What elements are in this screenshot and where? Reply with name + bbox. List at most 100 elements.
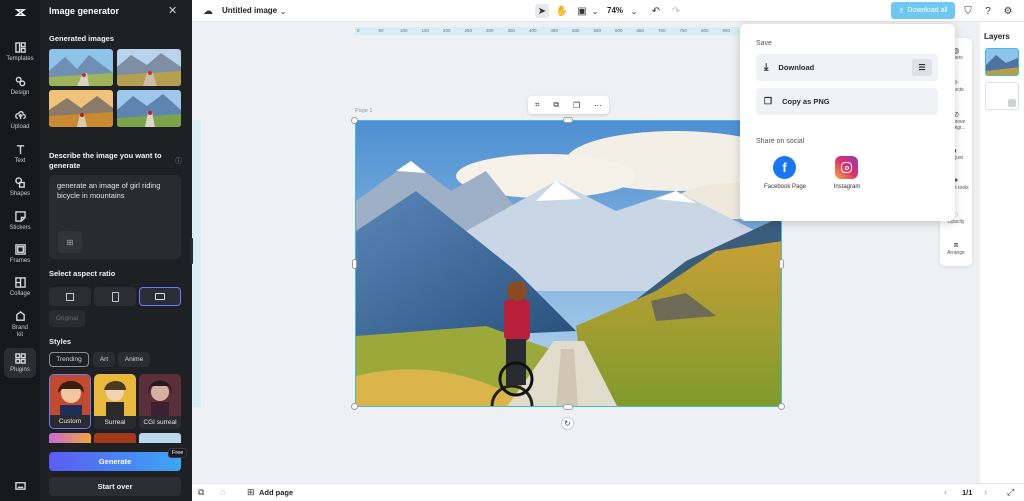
add-page-label[interactable]: Add page	[259, 488, 293, 497]
hand-tool-icon[interactable]: ✋	[555, 4, 569, 18]
chevron-down-icon[interactable]: ⌄	[627, 4, 641, 18]
capcut-logo-icon	[14, 9, 26, 16]
prev-page-icon[interactable]: ‹	[944, 487, 947, 497]
frames-icon	[14, 243, 26, 255]
ruler-tick: 450	[550, 28, 559, 33]
next-page-icon[interactable]: ›	[984, 487, 987, 497]
tool-label: Arrange	[947, 250, 965, 256]
style-tab-art[interactable]: Art	[93, 352, 115, 367]
undo-icon[interactable]: ↶	[649, 4, 663, 18]
instagram-icon[interactable]	[835, 156, 858, 179]
rail-templates[interactable]: Templates	[0, 36, 40, 68]
style-custom[interactable]: Custom	[49, 374, 91, 429]
rail-plugins[interactable]: Plugins	[4, 348, 36, 378]
shapes-icon	[14, 176, 25, 188]
rail-label: Brand kit	[11, 325, 28, 338]
ratio-landscape-button[interactable]	[139, 287, 181, 306]
facebook-icon[interactable]: f	[773, 156, 796, 179]
duplicate-icon[interactable]: ❐	[573, 101, 580, 110]
layer-background-thumb[interactable]	[985, 82, 1019, 110]
rail-keyboard[interactable]	[0, 475, 40, 499]
rail-label: Stickers	[9, 224, 31, 231]
image-generator-panel: Image generator ✕ Generated images Descr…	[40, 0, 192, 501]
style-cgi-surreal[interactable]: CGI surreal	[139, 374, 181, 429]
aspect-ratio-label: Select aspect ratio	[49, 269, 116, 278]
copy-as-png-button[interactable]: ❐ Copy as PNG	[756, 88, 938, 115]
crop-icon[interactable]: ⌗	[535, 100, 540, 110]
info-icon[interactable]: ⓘ	[175, 156, 182, 166]
rail-brand-kit[interactable]: Brand kit	[0, 307, 40, 343]
style-more-1[interactable]	[49, 433, 91, 443]
describe-label: Describe the image you want to generate	[49, 151, 162, 170]
instagram-label: Instagram	[833, 184, 861, 190]
resize-handle[interactable]	[778, 403, 785, 410]
download-all-button[interactable]: ⇪ Download all	[891, 2, 955, 19]
more-icon[interactable]: ⋯	[594, 101, 602, 110]
rotate-icon[interactable]: ↻	[561, 417, 574, 430]
shield-icon[interactable]: ⛉	[961, 4, 975, 18]
generated-image-4[interactable]	[117, 90, 181, 127]
chevron-down-icon[interactable]: ⌄	[276, 4, 290, 18]
close-icon[interactable]: ✕	[168, 4, 177, 17]
rail-text[interactable]: Text	[0, 138, 40, 170]
settings-icon[interactable]: ⚙	[1001, 4, 1015, 18]
bottom-bar: ⧉ ⌂ ⊞ Add page ‹ 1/1 › ⤢	[192, 483, 1024, 501]
layer-image-thumb[interactable]	[985, 48, 1019, 76]
style-surreal[interactable]: Surreal	[94, 374, 136, 429]
style-label: CGI surreal	[139, 416, 181, 429]
rail-stickers[interactable]: Stickers	[0, 205, 40, 237]
fullscreen-icon[interactable]: ⤢	[1007, 487, 1014, 498]
left-rail: Templates Design Upload Text Shapes Stic…	[0, 0, 40, 501]
style-tab-anime[interactable]: Anime	[118, 352, 150, 367]
help-icon[interactable]: ?	[981, 4, 995, 18]
generated-image-3[interactable]	[49, 90, 113, 127]
generated-image-2[interactable]	[117, 49, 181, 86]
zoom-level[interactable]: 74%	[607, 6, 623, 15]
generate-button[interactable]: Generate	[49, 452, 181, 471]
download-button[interactable]: ⤓ Download ☰	[756, 54, 938, 81]
cloud-sync-icon[interactable]: ☁	[201, 4, 215, 18]
rail-upload[interactable]: Upload	[0, 104, 40, 136]
start-over-button[interactable]: Start over	[49, 477, 181, 496]
generated-image-1[interactable]	[49, 49, 113, 86]
redo-icon[interactable]: ↷	[669, 4, 683, 18]
capcut-logo[interactable]	[0, 0, 40, 28]
ruler-tick: 250	[464, 28, 473, 33]
rail-frames[interactable]: Frames	[0, 238, 40, 270]
rail-shapes[interactable]: Shapes	[0, 171, 40, 203]
lock-icon[interactable]: ⌂	[220, 487, 225, 497]
style-tab-trending[interactable]: Trending	[49, 352, 89, 367]
effects-icon[interactable]: ⧉	[553, 100, 559, 110]
pages-icon[interactable]: ⧉	[198, 487, 204, 498]
portrait-icon	[111, 291, 119, 302]
chevron-down-icon[interactable]: ⌄	[588, 4, 602, 18]
add-page-icon[interactable]: ⊞	[247, 487, 255, 498]
add-image-icon[interactable]: ⊞	[58, 231, 82, 253]
rail-design[interactable]: Design	[0, 70, 40, 102]
ratio-square-button[interactable]	[49, 287, 91, 306]
resize-handle[interactable]	[563, 117, 573, 123]
document-title[interactable]: Untitled image	[222, 6, 277, 15]
resize-handle[interactable]	[779, 259, 784, 269]
templates-icon	[14, 41, 26, 53]
resize-handle[interactable]	[351, 117, 358, 124]
style-more-3[interactable]	[139, 433, 181, 443]
ratio-original-button[interactable]: Original	[49, 310, 85, 327]
resize-handle[interactable]	[352, 259, 357, 269]
select-tool-icon[interactable]: ➤	[535, 4, 549, 18]
rail-collage[interactable]: Collage	[0, 271, 40, 303]
rail-label: Collage	[9, 290, 31, 297]
resize-handle[interactable]	[351, 403, 358, 410]
canvas-image[interactable]	[355, 120, 782, 407]
facebook-label: Facebook Page	[763, 184, 807, 190]
tool-arrange[interactable]: ⧈ Arrange	[940, 240, 972, 256]
arrange-icon: ⧈	[953, 240, 959, 249]
style-more-2[interactable]	[94, 433, 136, 443]
resize-handle[interactable]	[563, 404, 573, 410]
download-settings-icon[interactable]: ☰	[912, 59, 932, 76]
layout-icon[interactable]: ▣	[575, 4, 589, 18]
floating-toolbar: ⌗ ⧉ ❐ ⋯	[528, 96, 609, 114]
ratio-portrait-button[interactable]	[94, 287, 136, 306]
layers-panel: Layers	[980, 22, 1024, 483]
ruler-tick: 800	[701, 28, 709, 33]
